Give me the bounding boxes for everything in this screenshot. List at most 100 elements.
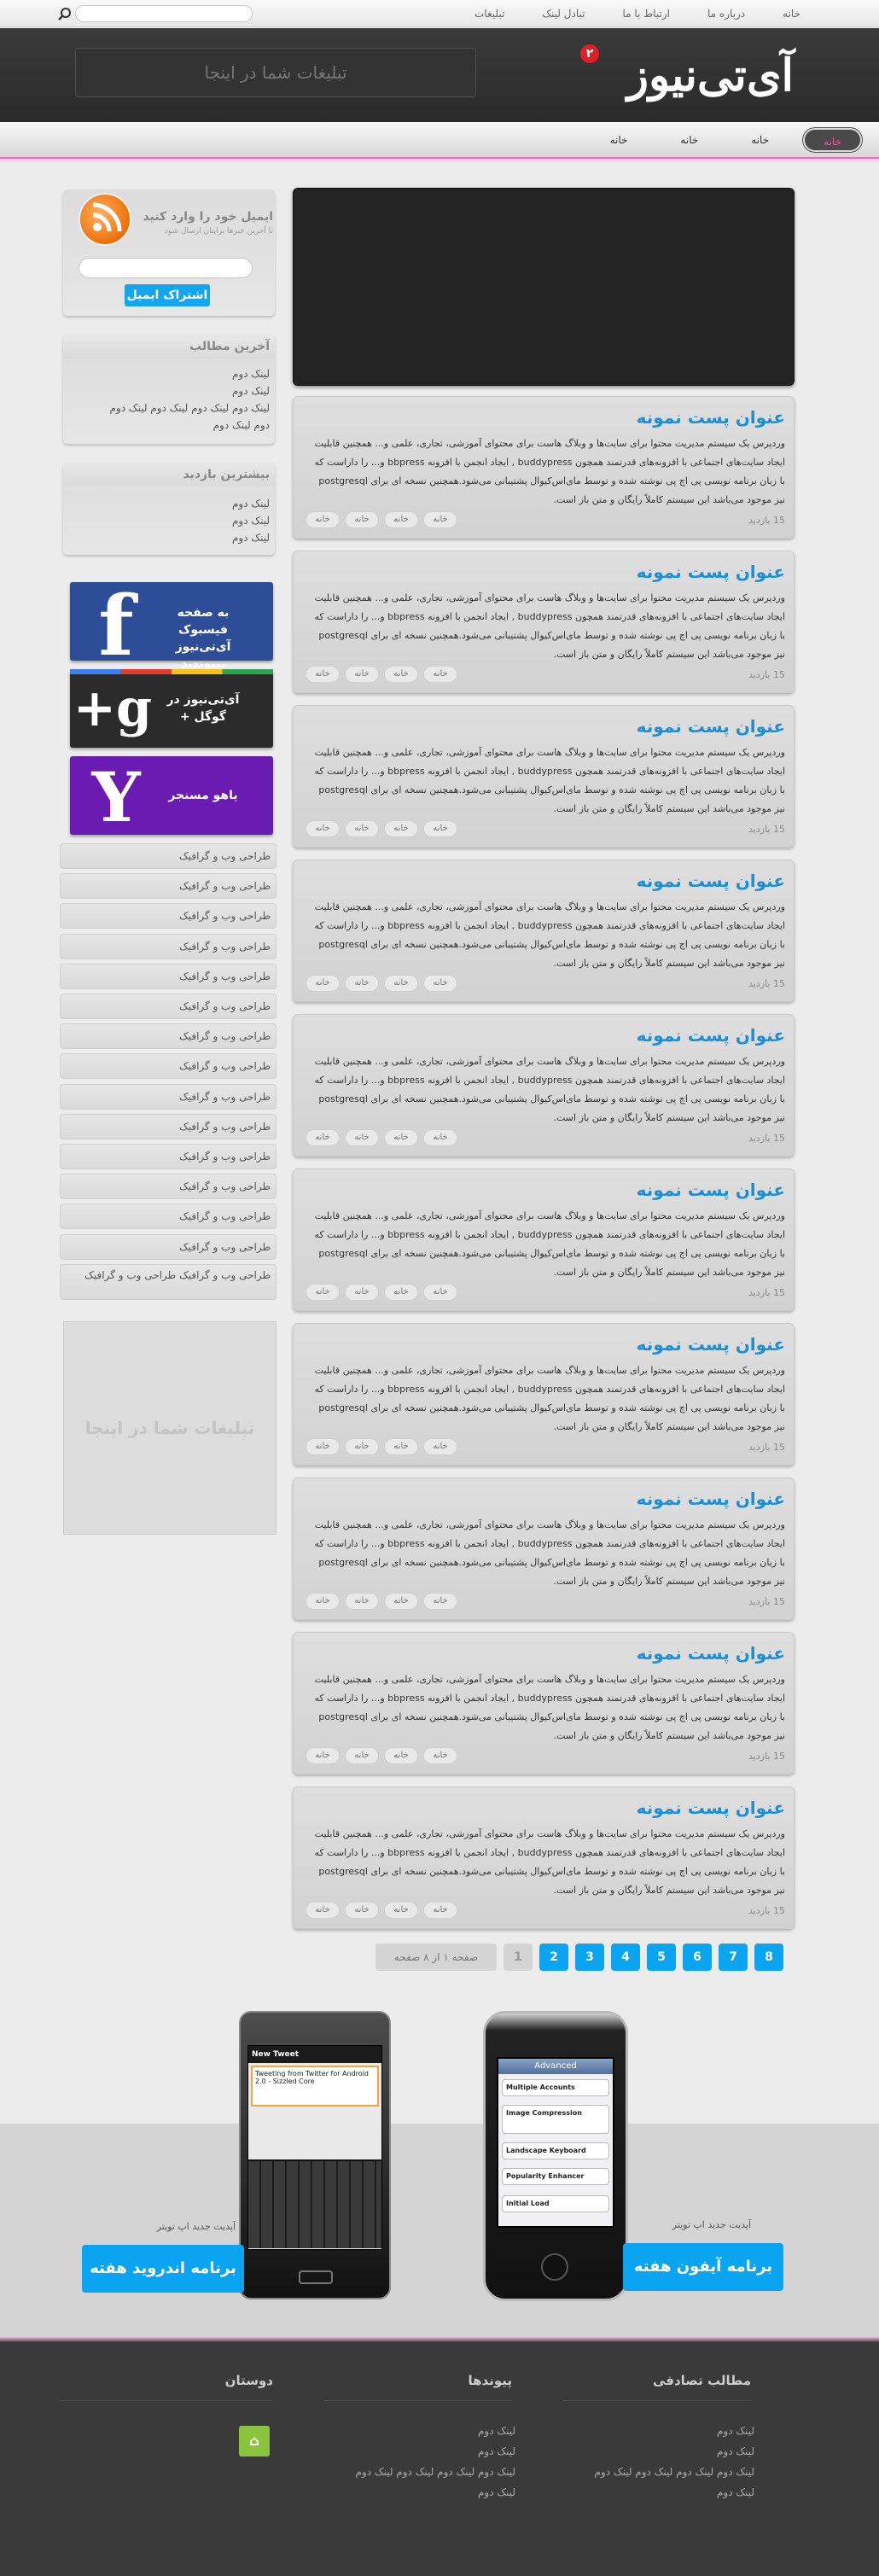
post-tag[interactable]: خانه <box>345 511 379 528</box>
post-tag[interactable]: خانه <box>384 1593 418 1610</box>
post-tag[interactable]: خانه <box>345 820 379 837</box>
email-field[interactable] <box>79 258 253 278</box>
search-input[interactable] <box>75 5 253 22</box>
top-nav-about[interactable]: درباره ما <box>689 0 764 27</box>
post-title[interactable]: عنوان پست نمونه <box>637 1025 785 1046</box>
category-link[interactable]: طراحی وب و گرافیک <box>60 1084 277 1110</box>
popular-post-link[interactable]: لینک دوم <box>63 512 270 529</box>
post-tag[interactable]: خانه <box>306 820 340 837</box>
latest-post-link[interactable]: لینک دوم لینک دوم لینک دوم لینک دوم <box>63 399 270 417</box>
footer-link[interactable]: لینک دوم لینک دوم لینک دوم لینک دوم <box>529 2462 754 2482</box>
footer-link[interactable]: لینک دوم <box>290 2421 515 2441</box>
header-ad-banner[interactable]: تبلیغات شما در اینجا <box>75 48 476 97</box>
google-plus-button[interactable]: g+ آی‌تی‌نیوز در گوگل + <box>70 669 273 748</box>
footer-link[interactable]: لینک دوم <box>290 2482 515 2503</box>
main-nav-item[interactable]: خانه <box>732 128 788 152</box>
post-tag[interactable]: خانه <box>345 975 379 992</box>
post-tag[interactable]: خانه <box>306 1593 340 1610</box>
post-tag[interactable]: خانه <box>423 820 457 837</box>
post-tag[interactable]: خانه <box>384 1438 418 1455</box>
post-title[interactable]: عنوان پست نمونه <box>637 562 785 582</box>
post-tag[interactable]: خانه <box>306 666 340 683</box>
post-title[interactable]: عنوان پست نمونه <box>637 1334 785 1355</box>
post-tag[interactable]: خانه <box>345 666 379 683</box>
page-link-current[interactable]: 1 <box>504 1944 533 1971</box>
page-link[interactable]: 5 <box>647 1944 676 1971</box>
post-tag[interactable]: خانه <box>423 511 457 528</box>
post-tag[interactable]: خانه <box>384 1129 418 1146</box>
category-link[interactable]: طراحی وب و گرافیک <box>60 994 277 1019</box>
sidebar-ad-banner[interactable]: تبلیغات شما در اینجا <box>63 1321 277 1535</box>
search-icon[interactable] <box>58 7 72 20</box>
post-tag[interactable]: خانه <box>345 1902 379 1919</box>
post-title[interactable]: عنوان پست نمونه <box>637 1798 785 1818</box>
facebook-button[interactable]: f به صفحه فیسبوک آی‌تی‌نیوز بپیوندید <box>70 582 273 671</box>
post-title[interactable]: عنوان پست نمونه <box>637 1489 785 1509</box>
subscribe-button[interactable]: اشتراک ایمیل <box>125 284 210 306</box>
post-tag[interactable]: خانه <box>423 1747 457 1764</box>
latest-post-link[interactable]: لینک دوم <box>63 365 270 382</box>
category-link[interactable]: طراحی وب و گرافیک <box>60 1053 277 1079</box>
top-nav-contact[interactable]: ارتباط با ما <box>603 0 689 27</box>
top-nav-link-exchange[interactable]: تبادل لینک <box>523 0 603 27</box>
post-tag[interactable]: خانه <box>306 1747 340 1764</box>
page-link[interactable]: 2 <box>539 1944 568 1971</box>
android-app-button[interactable]: برنامه اندروید هفته <box>82 2245 244 2293</box>
category-link[interactable]: طراحی وب و گرافیک <box>60 1203 277 1229</box>
category-link[interactable]: طراحی وب و گرافیک <box>60 1234 277 1260</box>
friend-logo-icon[interactable]: ⌂ <box>239 2426 270 2457</box>
post-title[interactable]: عنوان پست نمونه <box>637 1180 785 1200</box>
post-tag[interactable]: خانه <box>306 1129 340 1146</box>
post-tag[interactable]: خانه <box>345 1129 379 1146</box>
post-title[interactable]: عنوان پست نمونه <box>637 716 785 737</box>
page-link[interactable]: 6 <box>683 1944 712 1971</box>
post-tag[interactable]: خانه <box>384 1902 418 1919</box>
post-tag[interactable]: خانه <box>423 1438 457 1455</box>
post-tag[interactable]: خانه <box>306 975 340 992</box>
category-link[interactable]: طراحی وب و گرافیک <box>60 1023 277 1049</box>
iphone-app-button[interactable]: برنامه آیفون هفته <box>623 2243 783 2291</box>
page-link[interactable]: 8 <box>754 1944 783 1971</box>
page-link[interactable]: 7 <box>719 1944 748 1971</box>
post-tag[interactable]: خانه <box>345 1747 379 1764</box>
footer-link[interactable]: لینک دوم <box>529 2421 754 2441</box>
popular-post-link[interactable]: لینک دوم <box>63 529 270 546</box>
page-link[interactable]: 4 <box>611 1944 640 1971</box>
post-tag[interactable]: خانه <box>384 975 418 992</box>
yahoo-messenger-button[interactable]: Y یاهو مسنجر <box>70 756 273 835</box>
page-link[interactable]: 3 <box>575 1944 604 1971</box>
post-tag[interactable]: خانه <box>306 511 340 528</box>
featured-slider[interactable] <box>293 188 795 386</box>
footer-link[interactable]: لینک دوم لینک دوم لینک دوم لینک دوم <box>290 2462 515 2482</box>
post-tag[interactable]: خانه <box>423 1284 457 1301</box>
post-tag[interactable]: خانه <box>423 1129 457 1146</box>
post-tag[interactable]: خانه <box>423 1593 457 1610</box>
category-link[interactable]: طراحی وب و گرافیک <box>60 903 277 929</box>
post-tag[interactable]: خانه <box>384 1747 418 1764</box>
footer-link[interactable]: لینک دوم <box>529 2441 754 2462</box>
category-link[interactable]: طراحی وب و گرافیک <box>60 843 277 869</box>
post-tag[interactable]: خانه <box>306 1902 340 1919</box>
category-link[interactable]: طراحی وب و گرافیک <box>60 964 277 989</box>
category-link[interactable]: طراحی وب و گرافیک <box>60 934 277 959</box>
main-nav-item[interactable]: خانه <box>661 128 717 152</box>
post-title[interactable]: عنوان پست نمونه <box>637 871 785 891</box>
post-tag[interactable]: خانه <box>345 1593 379 1610</box>
latest-post-link[interactable]: لینک دوم <box>63 382 270 399</box>
post-tag[interactable]: خانه <box>384 511 418 528</box>
footer-link[interactable]: لینک دوم <box>529 2482 754 2503</box>
post-tag[interactable]: خانه <box>345 1438 379 1455</box>
post-tag[interactable]: خانه <box>306 1438 340 1455</box>
post-tag[interactable]: خانه <box>384 666 418 683</box>
category-link[interactable]: طراحی وب و گرافیک <box>60 1114 277 1139</box>
post-tag[interactable]: خانه <box>384 1284 418 1301</box>
post-tag[interactable]: خانه <box>423 975 457 992</box>
main-nav-item-active[interactable]: خانه <box>803 128 862 152</box>
category-link[interactable]: طراحی وب و گرافیک <box>60 1144 277 1169</box>
post-tag[interactable]: خانه <box>345 1284 379 1301</box>
post-tag[interactable]: خانه <box>423 1902 457 1919</box>
post-tag[interactable]: خانه <box>423 666 457 683</box>
post-title[interactable]: عنوان پست نمونه <box>637 1643 785 1664</box>
popular-post-link[interactable]: لینک دوم <box>63 495 270 512</box>
footer-link[interactable]: لینک دوم <box>290 2441 515 2462</box>
